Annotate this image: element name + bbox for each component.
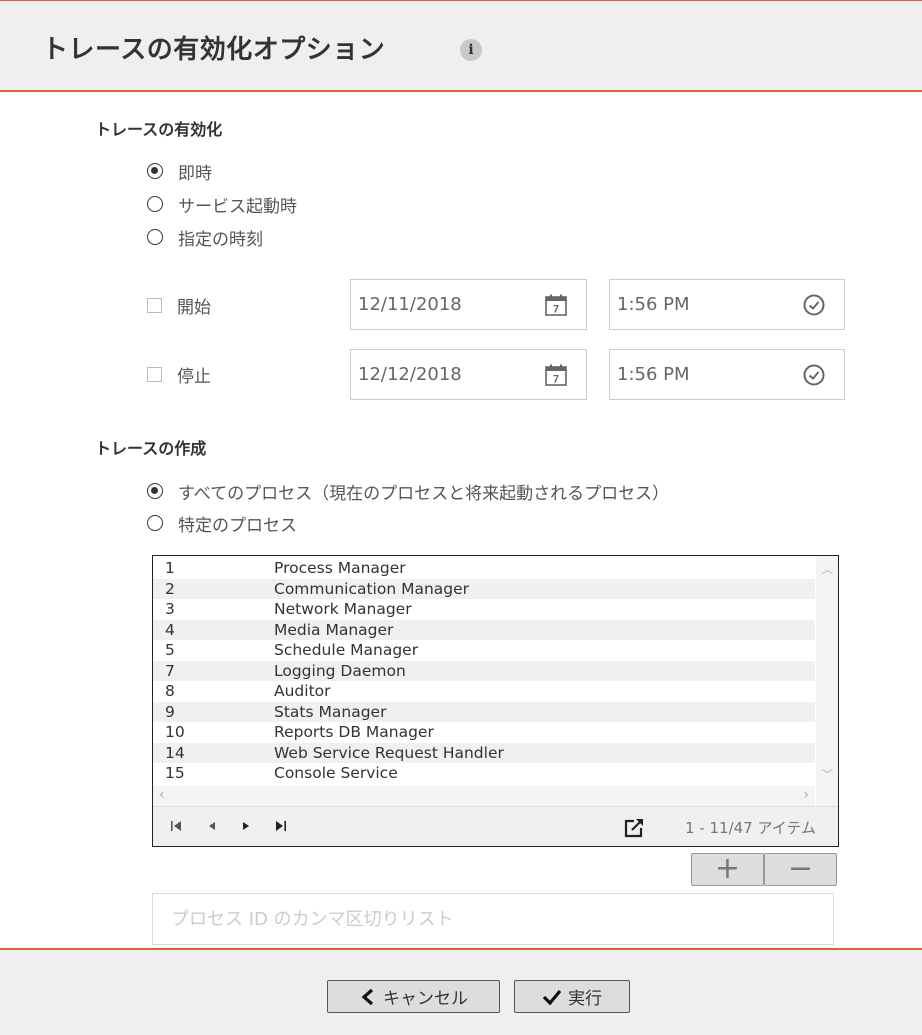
info-icon[interactable]: i (460, 39, 482, 61)
process-name-cell: Schedule Manager (274, 641, 419, 660)
process-id-cell: 9 (165, 702, 175, 721)
table-row[interactable]: 5 Schedule Manager (153, 640, 815, 661)
stop-date-field[interactable]: 12/12/2018 7 (350, 349, 587, 400)
process-id-cell: 1 (165, 559, 175, 578)
process-id-cell: 7 (165, 661, 175, 680)
radio-button[interactable] (147, 196, 163, 212)
process-id-cell: 8 (165, 682, 175, 701)
process-name-cell: Process Manager (274, 559, 406, 578)
radio-immediate[interactable]: 即時 (147, 160, 212, 184)
process-name-cell: Console Service (274, 764, 398, 783)
process-name-cell: Logging Daemon (274, 661, 406, 680)
table-row[interactable]: 8 Auditor (153, 681, 815, 702)
table-row[interactable]: 7 Logging Daemon (153, 660, 815, 681)
scroll-up-icon[interactable]: ︿ (822, 561, 833, 576)
start-date-field[interactable]: 12/11/2018 7 (350, 279, 587, 330)
horizontal-scrollbar[interactable]: ‹ › (153, 786, 815, 806)
stop-time-value: 1:56 PM (617, 364, 690, 385)
radio-label: 即時 (178, 163, 212, 184)
process-rows: 1 Process Manager 2 Communication Manager 3 N… (153, 558, 815, 784)
last-page-icon[interactable] (275, 820, 287, 832)
radio-specific-processes[interactable]: 特定のプロセス (147, 512, 297, 536)
radio-label: サービス起動時 (178, 196, 297, 217)
cancel-label: キャンセル (383, 989, 468, 1009)
process-id-input[interactable] (153, 894, 833, 944)
process-name-cell: Stats Manager (274, 702, 387, 721)
start-checkbox[interactable] (147, 297, 162, 313)
enable-section-title: トレースの有効化 (95, 120, 223, 139)
table-row[interactable]: 14 Web Service Request Handler (153, 742, 815, 763)
clock-icon[interactable] (802, 293, 826, 317)
start-time-field[interactable]: 1:56 PM (609, 279, 845, 330)
dialog-footer: キャンセル 実行 (0, 948, 922, 1035)
radio-button[interactable] (147, 483, 163, 499)
table-row[interactable]: 2 Communication Manager (153, 578, 815, 599)
process-id-cell: 10 (165, 723, 185, 742)
chevron-left-icon (361, 988, 374, 1005)
process-name-cell: Web Service Request Handler (274, 743, 504, 762)
stop-checkbox-row[interactable]: 停止 (147, 363, 211, 387)
calendar-icon[interactable]: 7 (544, 293, 568, 317)
radio-all-processes[interactable]: すべてのプロセス（現在のプロセスと将来起動されるプロセス） (147, 480, 670, 504)
add-button[interactable]: + (691, 853, 764, 886)
vertical-scrollbar[interactable]: ︿ ﹀ (816, 556, 838, 806)
process-name-cell: Communication Manager (274, 579, 470, 598)
prev-page-icon[interactable] (206, 820, 218, 832)
process-name-cell: Network Manager (274, 600, 412, 619)
calendar-icon[interactable]: 7 (544, 363, 568, 387)
stop-time-field[interactable]: 1:56 PM (609, 349, 845, 400)
first-page-icon[interactable] (170, 820, 182, 832)
start-date-value: 12/11/2018 (358, 294, 462, 315)
process-name-cell: Media Manager (274, 620, 394, 639)
radio-specified-time[interactable]: 指定の時刻 (147, 226, 263, 250)
start-label: 開始 (177, 297, 211, 318)
process-id-cell: 15 (165, 764, 185, 783)
start-checkbox-row[interactable]: 開始 (147, 294, 211, 318)
process-id-cell: 4 (165, 620, 175, 639)
radio-button[interactable] (147, 163, 163, 179)
clock-icon[interactable] (802, 363, 826, 387)
radio-button[interactable] (147, 515, 163, 531)
cancel-button[interactable]: キャンセル (327, 980, 500, 1013)
pager-info: 1 - 11/47 アイテム (685, 819, 816, 837)
scroll-down-icon[interactable]: ﹀ (822, 766, 833, 781)
radio-label: 特定のプロセス (178, 515, 297, 536)
scroll-left-icon[interactable]: ‹ (159, 787, 165, 803)
run-label: 実行 (568, 989, 602, 1009)
table-row[interactable]: 15 Console Service (153, 763, 815, 784)
run-button[interactable]: 実行 (514, 980, 630, 1013)
radio-on-service-start[interactable]: サービス起動時 (147, 193, 297, 217)
radio-button[interactable] (147, 229, 163, 245)
stop-label: 停止 (177, 366, 211, 387)
table-row[interactable]: 10 Reports DB Manager (153, 722, 815, 743)
export-icon[interactable] (623, 817, 645, 839)
scroll-right-icon[interactable]: › (803, 787, 809, 803)
stop-checkbox[interactable] (147, 366, 162, 382)
next-page-icon[interactable] (240, 820, 252, 832)
create-section-title: トレースの作成 (95, 439, 207, 458)
radio-label: すべてのプロセス（現在のプロセスと将来起動されるプロセス） (178, 483, 670, 504)
process-id-cell: 14 (165, 743, 185, 762)
dialog-header: トレースの有効化オプション i (0, 0, 922, 92)
process-name-cell: Reports DB Manager (274, 723, 434, 742)
table-row[interactable]: 9 Stats Manager (153, 701, 815, 722)
pager: 1 - 11/47 アイテム (153, 806, 838, 846)
table-row[interactable]: 4 Media Manager (153, 619, 815, 640)
process-id-cell: 3 (165, 600, 175, 619)
start-time-value: 1:56 PM (617, 294, 690, 315)
process-id-input-wrapper (152, 893, 834, 945)
process-name-cell: Auditor (274, 682, 331, 701)
svg-text:7: 7 (553, 374, 559, 386)
table-row[interactable]: 3 Network Manager (153, 599, 815, 620)
process-id-cell: 5 (165, 641, 175, 660)
svg-text:7: 7 (553, 304, 559, 316)
process-list[interactable]: 1 Process Manager 2 Communication Manager 3 N… (152, 555, 839, 847)
stop-date-value: 12/12/2018 (358, 364, 462, 385)
check-icon (542, 989, 562, 1005)
process-id-cell: 2 (165, 579, 175, 598)
table-row[interactable]: 1 Process Manager (153, 558, 815, 579)
remove-button[interactable]: − (764, 853, 837, 886)
radio-label: 指定の時刻 (178, 229, 263, 250)
dialog-title: トレースの有効化オプション (42, 35, 386, 65)
